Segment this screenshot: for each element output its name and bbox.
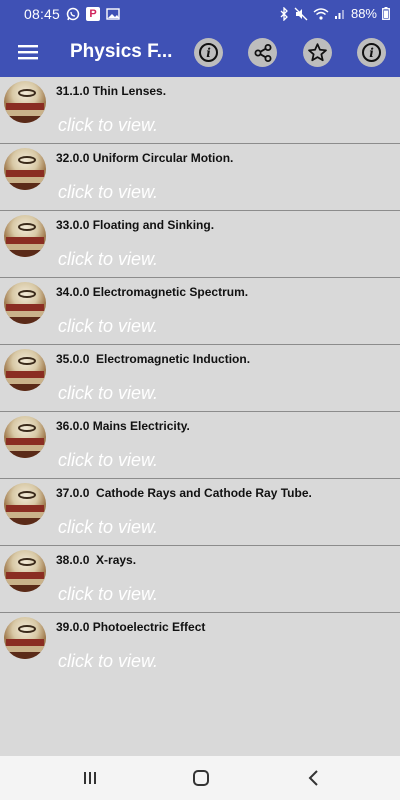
info-button[interactable]: i	[194, 38, 223, 67]
p-badge-icon: P	[86, 6, 101, 21]
home-button[interactable]	[189, 766, 213, 790]
battery-percent: 88%	[350, 6, 377, 21]
battery-icon	[382, 7, 390, 20]
info-icon: i	[199, 43, 218, 62]
about-button[interactable]: i	[357, 38, 386, 67]
star-icon	[308, 43, 327, 62]
item-title: 33.0.0 Floating and Sinking.	[56, 218, 215, 232]
item-title: 39.0.0 Photoelectric Effect	[56, 620, 206, 634]
list-item[interactable]: 36.0.0 Mains Electricity. click to view.	[0, 412, 400, 479]
item-title: 32.0.0 Uniform Circular Motion.	[56, 151, 234, 165]
item-subtitle: click to view.	[58, 517, 159, 537]
item-title: 37.0.0 Cathode Rays and Cathode Ray Tube…	[56, 486, 312, 500]
status-time: 08:45	[24, 5, 61, 22]
share-button[interactable]	[248, 38, 277, 67]
list-item[interactable]: 38.0.0 X-rays. click to view.	[0, 546, 400, 613]
list-item[interactable]: 33.0.0 Floating and Sinking. click to vi…	[0, 211, 400, 278]
item-subtitle: click to view.	[58, 115, 159, 135]
item-title: 31.1.0 Thin Lenses.	[56, 84, 167, 98]
book-thumbnail	[4, 550, 46, 592]
item-subtitle: click to view.	[58, 450, 159, 470]
status-bar: 08:45 P 88%	[0, 0, 400, 27]
item-subtitle: click to view.	[58, 651, 159, 667]
list-item[interactable]: 34.0.0 Electromagnetic Spectrum. click t…	[0, 278, 400, 345]
item-subtitle: click to view.	[58, 584, 159, 604]
mute-icon	[294, 7, 308, 21]
back-button[interactable]	[302, 766, 326, 790]
favorite-button[interactable]	[303, 38, 332, 67]
book-thumbnail	[4, 483, 46, 525]
home-icon	[193, 770, 209, 786]
whatsapp-icon	[66, 7, 80, 21]
item-subtitle: click to view.	[58, 316, 159, 336]
book-thumbnail	[4, 282, 46, 324]
image-icon	[106, 7, 120, 20]
book-thumbnail	[4, 215, 46, 257]
share-icon	[254, 43, 271, 62]
system-nav-bar	[0, 756, 400, 800]
book-thumbnail	[4, 349, 46, 391]
item-title: 36.0.0 Mains Electricity.	[56, 419, 190, 433]
menu-button[interactable]	[0, 27, 56, 77]
recents-button[interactable]	[78, 766, 102, 790]
back-icon	[308, 770, 318, 786]
book-thumbnail	[4, 81, 46, 123]
app-bar: Physics F... i i	[0, 27, 400, 77]
bluetooth-icon	[279, 6, 289, 21]
info-icon: i	[362, 43, 381, 62]
hamburger-icon	[18, 45, 38, 60]
item-subtitle: click to view.	[58, 383, 159, 403]
book-thumbnail	[4, 617, 46, 659]
list-item[interactable]: 32.0.0 Uniform Circular Motion. click to…	[0, 144, 400, 211]
recents-icon	[84, 772, 96, 784]
item-subtitle: click to view.	[58, 182, 159, 202]
item-title: 38.0.0 X-rays.	[56, 553, 137, 567]
list-item[interactable]: 37.0.0 Cathode Rays and Cathode Ray Tube…	[0, 479, 400, 546]
signal-icon	[334, 8, 346, 20]
wifi-icon	[313, 7, 329, 20]
book-thumbnail	[4, 416, 46, 458]
item-title: 34.0.0 Electromagnetic Spectrum.	[56, 285, 249, 299]
list-item[interactable]: 31.1.0 Thin Lenses. click to view.	[0, 77, 400, 144]
chapter-list: 31.1.0 Thin Lenses. click to view. 32.0.…	[0, 77, 400, 667]
item-subtitle: click to view.	[58, 249, 159, 269]
app-title: Physics F...	[70, 41, 173, 62]
item-title: 35.0.0 Electromagnetic Induction.	[56, 352, 251, 366]
list-item[interactable]: 35.0.0 Electromagnetic Induction. click …	[0, 345, 400, 412]
list-item[interactable]: 39.0.0 Photoelectric Effect click to vie…	[0, 613, 400, 667]
book-thumbnail	[4, 148, 46, 190]
